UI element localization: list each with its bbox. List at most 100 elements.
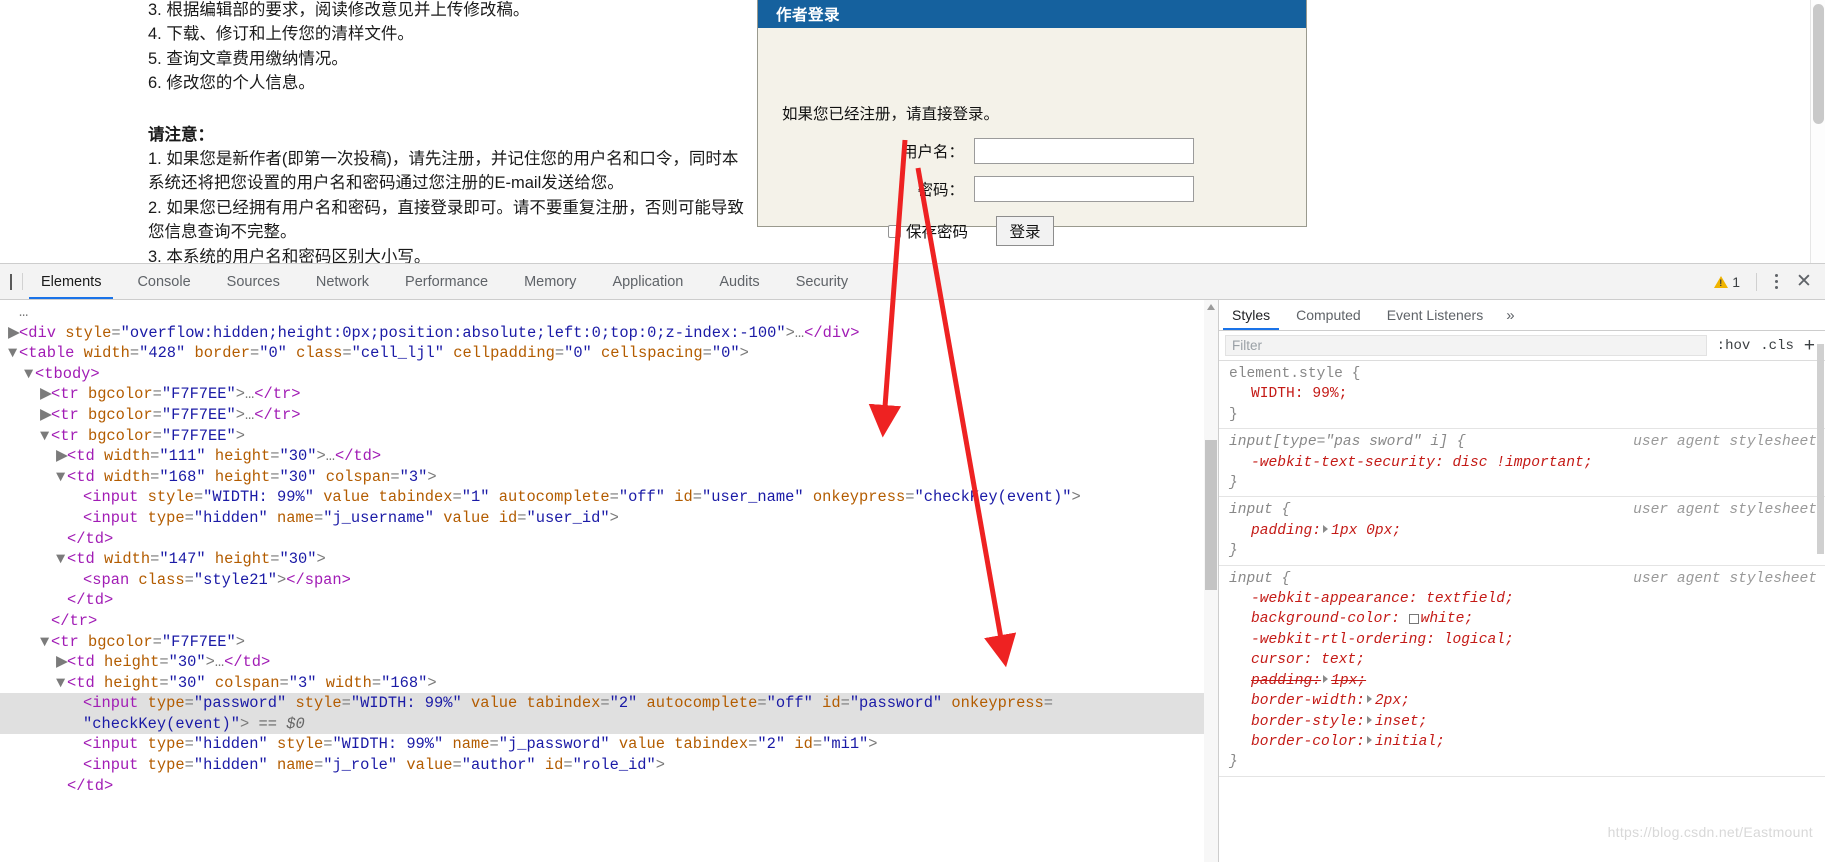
dom-tree-line[interactable]: ▼ <td width="147" height="30"> [0,549,1218,570]
new-style-rule-button[interactable]: + [1804,336,1815,355]
style-declaration[interactable]: padding: 1px 0px; [1229,521,1825,541]
dom-tree-line[interactable]: </td> [0,529,1218,550]
style-rule[interactable]: user agent stylesheet input {-webkit-appe… [1219,566,1825,777]
dom-tree-line[interactable]: ▶<td height="30">…</td> [0,652,1218,673]
devtools-tab-performance[interactable]: Performance [387,264,506,299]
expand-shorthand-icon[interactable] [1366,715,1372,724]
expand-shorthand-icon[interactable] [1323,674,1329,683]
code-token: id [822,694,841,713]
expand-shorthand-icon[interactable] [1323,524,1329,533]
style-rule[interactable]: user agent stylesheet input {padding: 1px … [1219,497,1825,566]
toggle-cls-button[interactable]: .cls [1760,338,1794,354]
dom-tree-line[interactable]: <span class="style21"></span> [0,570,1218,591]
dom-tree-line[interactable]: ▶<div style="overflow:hidden;height:0px;… [0,323,1218,344]
remember-password-checkbox[interactable] [888,224,901,238]
dom-tree-line[interactable]: ▼ <table width="428" border="0" class="ce… [0,343,1218,364]
dom-tree-line[interactable]: ▶<td width="111" height="30">…</td> [0,446,1218,467]
devtools-tab-security[interactable]: Security [778,264,866,299]
dom-scrollbar-thumb[interactable] [1205,440,1217,590]
twisty-expanded-icon[interactable]: ▼ [24,364,35,385]
style-rule[interactable]: user agent stylesheet input[type="pas swo… [1219,429,1825,498]
style-rule-selector[interactable]: input[type="pas sword" i] { [1229,434,1465,450]
styles-tab-computed[interactable]: Computed [1283,300,1374,330]
style-rule-selector[interactable]: input { [1229,502,1290,518]
dom-tree-line[interactable]: ▼ <tr bgcolor="F7F7EE"> [0,426,1218,447]
dock-position-icon[interactable] [0,264,22,299]
twisty-collapsed-icon[interactable]: ▶ [8,323,20,344]
twisty-expanded-icon[interactable]: ▼ [40,426,51,447]
devtools-tab-elements[interactable]: Elements [23,264,119,299]
elements-dom-tree[interactable]: … ▶<div style="overflow:hidden;height:0px… [0,300,1218,862]
twisty-expanded-icon[interactable]: ▼ [56,549,67,570]
page-scrollbar[interactable] [1810,0,1825,263]
dom-tree-scrollbar[interactable] [1204,300,1218,862]
style-declaration[interactable]: -webkit-text-security: disc !important; [1229,453,1825,473]
username-input[interactable] [974,138,1194,164]
dom-tree-line[interactable]: ▶<tr bgcolor="F7F7EE">…</tr> [0,405,1218,426]
twisty-collapsed-icon[interactable]: ▶ [56,652,68,673]
dom-tree-line[interactable]: ▼ <tbody> [0,364,1218,385]
styles-scrollbar[interactable] [1816,300,1825,862]
style-declaration[interactable]: border-color: initial; [1229,732,1825,752]
dom-tree-line[interactable]: <input type="hidden" name="j_role" value… [0,755,1218,776]
style-declaration[interactable]: cursor: text; [1229,650,1825,670]
styles-tab-event-listeners[interactable]: Event Listeners [1374,300,1497,330]
dom-tree-line[interactable]: ▶<tr bgcolor="F7F7EE">…</tr> [0,384,1218,405]
style-rule[interactable]: element.style {WIDTH: 99%;} [1219,361,1825,430]
dom-tree-line[interactable]: ▼ <td width="168" height="30" colspan="3"… [0,467,1218,488]
style-declaration[interactable]: -webkit-rtl-ordering: logical; [1229,630,1825,650]
code-token: value [406,756,453,775]
styles-tab-styles[interactable]: Styles [1219,300,1283,330]
expand-shorthand-icon[interactable] [1366,695,1372,704]
dom-tree-line[interactable]: <input type="hidden" style="WIDTH: 99%" … [0,734,1218,755]
code-token: <td [67,467,104,486]
styles-more-tabs-icon[interactable]: » [1496,300,1524,330]
scroll-up-arrow-icon[interactable] [1207,304,1215,310]
expand-shorthand-icon[interactable] [1366,736,1372,745]
style-rule-selector[interactable]: element.style { [1229,366,1360,382]
dom-tree-line[interactable]: … [0,302,1218,323]
twisty-expanded-icon[interactable]: ▼ [8,343,19,364]
dom-tree-line[interactable]: ▼ <tr bgcolor="F7F7EE"> [0,632,1218,653]
style-declaration[interactable]: border-style: inset; [1229,712,1825,732]
devtools-tab-application[interactable]: Application [594,264,701,299]
dom-tree-line[interactable]: </td> [0,590,1218,611]
dom-tree-line[interactable]: ▼ <td height="30" colspan="3" width="168"… [0,673,1218,694]
dom-tree-line[interactable]: "checkKey(event)"> == $0 [0,713,1218,735]
style-declaration[interactable]: background-color: white; [1229,609,1825,629]
more-options-icon[interactable] [1767,274,1785,289]
code-token: "F7F7EE" [161,405,236,424]
close-devtools-icon[interactable]: ✕ [1791,272,1817,291]
twisty-collapsed-icon[interactable]: ▶ [56,446,68,467]
login-submit-button[interactable]: 登录 [996,216,1055,246]
styles-scrollbar-thumb[interactable] [1817,344,1824,554]
dom-tree-line[interactable]: <input type="hidden" name="j_username" v… [0,508,1218,529]
twisty-expanded-icon[interactable]: ▼ [56,673,67,694]
devtools-tab-console[interactable]: Console [119,264,208,299]
toggle-hov-button[interactable]: :hov [1717,338,1751,354]
dom-tree-line[interactable]: </td> [0,776,1218,797]
style-declaration[interactable]: WIDTH: 99%; [1229,384,1825,404]
password-input[interactable] [974,176,1194,202]
twisty-expanded-icon[interactable]: ▼ [56,467,67,488]
twisty-collapsed-icon[interactable]: ▶ [40,384,52,405]
remember-password-group[interactable]: 保存密码 [888,220,968,242]
dom-tree-line[interactable]: <input style="WIDTH: 99%" value tabindex… [0,487,1218,508]
style-declaration[interactable]: -webkit-appearance: textfield; [1229,589,1825,609]
style-rule-selector[interactable]: input { [1229,571,1290,587]
devtools-tab-memory[interactable]: Memory [506,264,594,299]
code-token: value [443,508,490,527]
dom-tree-line[interactable]: </tr> [0,611,1218,632]
warning-indicator[interactable]: 1 [1714,274,1740,290]
style-declaration[interactable]: padding: 1px; [1229,671,1825,691]
devtools-tab-sources[interactable]: Sources [209,264,298,299]
styles-filter-input[interactable]: Filter [1225,335,1707,356]
color-swatch-icon[interactable] [1408,613,1419,624]
style-declaration[interactable]: border-width: 2px; [1229,691,1825,711]
twisty-collapsed-icon[interactable]: ▶ [40,405,52,426]
devtools-tab-network[interactable]: Network [298,264,387,299]
twisty-expanded-icon[interactable]: ▼ [40,632,51,653]
page-scrollbar-thumb[interactable] [1813,4,1824,124]
devtools-tab-audits[interactable]: Audits [701,264,777,299]
dom-tree-line[interactable]: <input type="password" style="WIDTH: 99%… [0,693,1218,714]
